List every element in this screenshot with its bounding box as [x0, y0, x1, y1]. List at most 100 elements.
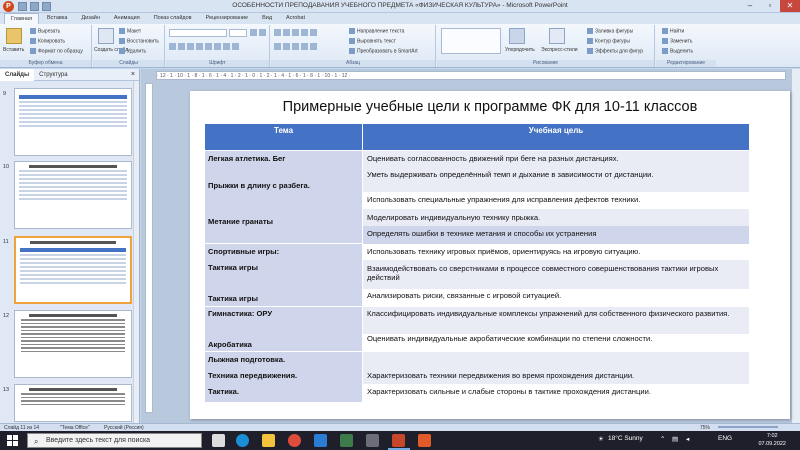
indent-more-icon[interactable]	[301, 29, 308, 36]
align-text-button[interactable]: Выровнять текст	[349, 38, 396, 44]
reset-button[interactable]: Восстановить	[119, 38, 159, 44]
shapes-gallery[interactable]	[441, 28, 501, 54]
font-style-buttons	[169, 43, 239, 50]
bold-icon[interactable]	[169, 43, 176, 50]
grow-font-icon[interactable]	[250, 29, 257, 36]
slide-thumbnail-13[interactable]	[14, 384, 132, 422]
paste-icon[interactable]	[6, 28, 22, 44]
format-painter-button[interactable]: Формат по образцу	[30, 48, 83, 54]
paste-button[interactable]: Вставить	[3, 47, 24, 53]
close-panel-icon[interactable]: ×	[131, 71, 135, 78]
arrange-button[interactable]: Упорядочить	[505, 47, 535, 53]
font-size-field[interactable]	[229, 29, 247, 37]
horizontal-ruler[interactable]: · 12 · 1 · 10 · 1 · 8 · 1 · 6 · 1 · 4 · …	[156, 71, 786, 80]
replace-button[interactable]: Заменить	[662, 38, 692, 44]
tab-review[interactable]: Рецензирование	[200, 13, 254, 24]
slide-title[interactable]: Примерные учебные цели к программе ФК дл…	[190, 99, 790, 115]
tab-home[interactable]: Главная	[4, 13, 39, 24]
shrink-font-icon[interactable]	[259, 29, 266, 36]
slide-canvas[interactable]: Примерные учебные цели к программе ФК дл…	[190, 91, 790, 419]
slide-thumbnail-12[interactable]	[14, 310, 132, 378]
table-row: Легкая атлетика. Бег Оценивать согласова…	[204, 150, 750, 167]
spacing-icon[interactable]	[214, 43, 221, 50]
shape-outline-button[interactable]: Контур фигуры	[587, 38, 630, 44]
smartart-button[interactable]: Преобразовать в SmartArt	[349, 48, 418, 54]
vertical-ruler[interactable]	[145, 83, 153, 413]
indent-less-icon[interactable]	[292, 29, 299, 36]
tab-insert[interactable]: Вставка	[41, 13, 73, 24]
goal-cell: Моделировать индивидуальную технику прыж…	[362, 208, 750, 226]
powerpoint-taskbar-icon[interactable]	[392, 434, 405, 447]
system-clock[interactable]: 7:02 07.09.2022	[758, 432, 786, 448]
layout-button[interactable]: Макет	[119, 28, 141, 34]
find-button[interactable]: Найти	[662, 28, 684, 34]
goals-table[interactable]: Тема Учебная цель Легкая атлетика. Бег О…	[204, 123, 750, 402]
shape-effects-button[interactable]: Эффекты для фигур	[587, 48, 643, 54]
tab-animation[interactable]: Анимация	[108, 13, 146, 24]
bullets-icon[interactable]	[274, 29, 281, 36]
slide-thumbnail-10[interactable]	[14, 161, 132, 229]
task-view-icon[interactable]	[212, 434, 225, 447]
edge-browser-icon[interactable]	[236, 434, 249, 447]
case-icon[interactable]	[223, 43, 230, 50]
weather-icon[interactable]: ☀	[598, 435, 604, 443]
tab-outline[interactable]: Структура	[34, 72, 72, 78]
strikethrough-icon[interactable]	[196, 43, 203, 50]
slide-thumbnail-11-selected[interactable]	[14, 236, 132, 304]
maximize-button[interactable]: ▫	[760, 0, 780, 12]
font-name-field[interactable]	[169, 29, 227, 37]
taskbar-search-input[interactable]: ⌕ Введите здесь текст для поиска	[27, 433, 202, 448]
app-icon[interactable]	[366, 434, 379, 447]
windows-start-icon[interactable]	[7, 435, 18, 446]
shape-fill-button[interactable]: Заливка фигуры	[587, 28, 633, 34]
topic-cell: Метание гранаты	[204, 217, 363, 244]
chrome-icon[interactable]	[288, 434, 301, 447]
select-button[interactable]: Выделить	[662, 48, 693, 54]
editor-scrollbar[interactable]	[791, 69, 800, 423]
quick-styles-icon[interactable]	[549, 28, 565, 44]
panel-scrollbar[interactable]	[133, 81, 139, 423]
file-explorer-icon[interactable]	[262, 434, 275, 447]
table-row: Тактика. Характеризовать сильные и слабы…	[204, 383, 750, 402]
underline-icon[interactable]	[187, 43, 194, 50]
justify-icon[interactable]	[301, 43, 308, 50]
input-language[interactable]: ENG	[718, 435, 732, 442]
tab-design[interactable]: Дизайн	[75, 13, 106, 24]
pdf-reader-icon[interactable]	[418, 434, 431, 447]
thumb-line	[19, 190, 127, 192]
font-color-icon[interactable]	[232, 43, 239, 50]
network-icon[interactable]: ▤	[672, 435, 678, 443]
columns-icon[interactable]	[310, 43, 317, 50]
cut-button[interactable]: Вырезать	[30, 28, 60, 34]
store-icon[interactable]	[314, 434, 327, 447]
copy-button[interactable]: Копировать	[30, 38, 65, 44]
shadow-icon[interactable]	[205, 43, 212, 50]
tab-acrobat[interactable]: Acrobat	[280, 13, 311, 24]
quick-styles-button[interactable]: Экспресс-стили	[541, 47, 578, 53]
tray-chevron-icon[interactable]: ⌃	[660, 435, 665, 443]
align-right-icon[interactable]	[292, 43, 299, 50]
thumb-title	[29, 165, 117, 168]
align-left-icon[interactable]	[274, 43, 281, 50]
tab-slideshow[interactable]: Показ слайдов	[148, 13, 198, 24]
italic-icon[interactable]	[178, 43, 185, 50]
app-icon[interactable]	[340, 434, 353, 447]
numbering-icon[interactable]	[283, 29, 290, 36]
thumb-line	[20, 274, 126, 276]
delete-slide-button[interactable]: Удалить	[119, 48, 146, 54]
minimize-button[interactable]: –	[740, 0, 760, 12]
zoom-slider[interactable]	[718, 426, 778, 428]
font-group: Шрифт	[166, 25, 270, 67]
close-button[interactable]: ✕	[780, 0, 800, 12]
tab-view[interactable]: Вид	[256, 13, 278, 24]
weather-widget[interactable]: 18°C Sunny	[608, 435, 643, 442]
align-center-icon[interactable]	[283, 43, 290, 50]
text-direction-button[interactable]: Направление текста	[349, 28, 404, 34]
slide-thumbnail-9[interactable]	[14, 88, 132, 156]
tab-slides[interactable]: Слайды	[0, 68, 35, 81]
line-spacing-icon[interactable]	[310, 29, 317, 36]
arrange-icon[interactable]	[509, 28, 525, 44]
goal-cell: Использовать специальные упражнения для …	[362, 191, 750, 209]
new-slide-icon[interactable]	[98, 28, 114, 44]
volume-icon[interactable]: ◂	[686, 435, 689, 443]
